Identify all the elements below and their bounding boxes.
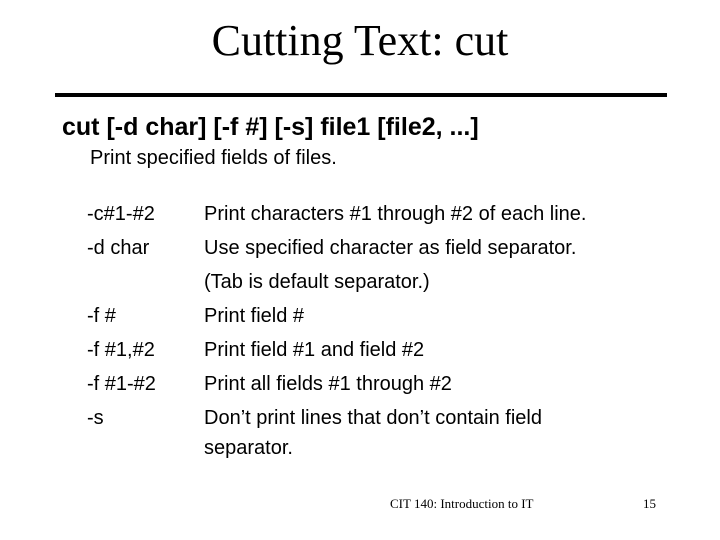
option-description-line: separator.	[204, 437, 293, 459]
option-description-line: Don’t print lines that don’t contain fie…	[204, 407, 542, 429]
option-flag: -s	[87, 407, 104, 429]
option-description-line: (Tab is default separator.)	[204, 271, 430, 293]
option-row: -f #1-#2 Print all fields #1 through #2	[87, 367, 684, 401]
option-flag: -d char	[87, 237, 150, 259]
option-flag: -c#1-#2	[87, 203, 155, 225]
option-description-line: Print field #1 and field #2	[204, 339, 425, 361]
title-divider	[55, 93, 667, 97]
page-number: 15	[643, 496, 656, 511]
option-description: Print field #	[204, 299, 684, 333]
option-row: -c#1-#2 Print characters #1 through #2 o…	[87, 197, 684, 231]
option-flag: -f #1-#2	[87, 373, 156, 395]
option-row: -s Don’t print lines that don’t contain …	[87, 401, 684, 461]
option-description-line: Print field #	[204, 305, 305, 327]
option-description: Use specified character as field separat…	[204, 231, 684, 299]
option-description: Print all fields #1 through #2	[204, 367, 684, 401]
option-flag: -f #1,#2	[87, 339, 155, 361]
footer-course: CIT 140: Introduction to IT	[390, 496, 534, 511]
option-description: Print field #1 and field #2	[204, 333, 684, 367]
option-row: -d char Use specified character as field…	[87, 231, 684, 299]
option-row: -f #1,#2 Print field #1 and field #2	[87, 333, 684, 367]
option-description-line: Use specified character as field separat…	[204, 237, 577, 259]
options-list: -c#1-#2 Print characters #1 through #2 o…	[87, 197, 684, 461]
option-flag: -f #	[87, 305, 116, 327]
command-syntax: cut [-d char] [-f #] [-s] file1 [file2, …	[62, 113, 479, 141]
option-description: Print characters #1 through #2 of each l…	[204, 197, 684, 231]
option-row: -f # Print field #	[87, 299, 684, 333]
command-description: Print specified fields of files.	[90, 147, 337, 169]
option-description-line: Print characters #1 through #2 of each l…	[204, 203, 587, 225]
option-description: Don’t print lines that don’t contain fie…	[204, 401, 684, 461]
slide-title: Cutting Text: cut	[211, 16, 509, 65]
option-description-line: Print all fields #1 through #2	[204, 373, 452, 395]
